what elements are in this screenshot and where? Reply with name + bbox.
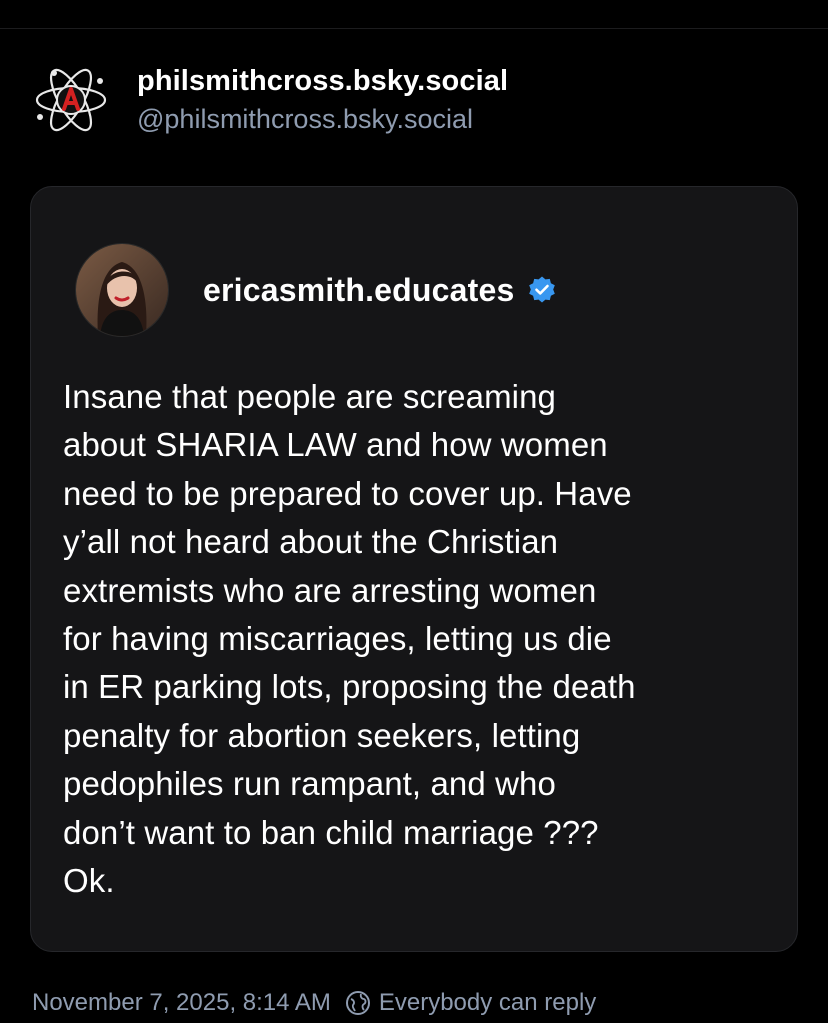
quoted-author: ericasmith.educates [75,243,557,337]
quoted-post-card[interactable]: ericasmith.educates Insane that people a… [30,186,798,952]
author-handle[interactable]: @philsmithcross.bsky.social [137,101,508,137]
post-timestamp[interactable]: November 7, 2025, 8:14 AM [32,989,331,1017]
author-display-name[interactable]: philsmithcross.bsky.social [137,63,508,99]
globe-reply-icon [345,990,371,1016]
anarchy-atom-logo-icon [30,59,112,141]
post-footer: November 7, 2025, 8:14 AM Everybody can … [32,984,596,1022]
author-avatar[interactable] [30,59,112,141]
profile-photo [76,244,168,336]
author-names: philsmithcross.bsky.social @philsmithcro… [137,63,508,137]
reply-setting-text[interactable]: Everybody can reply [379,989,596,1017]
top-divider [0,28,828,29]
post-header: philsmithcross.bsky.social @philsmithcro… [30,58,508,142]
verified-badge-icon [527,275,557,305]
quoted-author-avatar[interactable] [75,243,169,337]
quoted-author-name[interactable]: ericasmith.educates [203,272,515,309]
quoted-post-text: Insane that people are screaming about S… [63,378,636,900]
